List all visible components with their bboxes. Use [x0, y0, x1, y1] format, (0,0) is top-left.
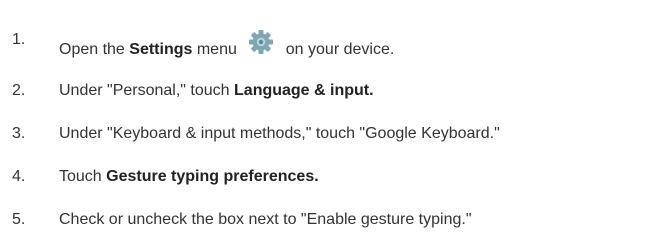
- settings-label: Settings: [129, 41, 193, 58]
- step-number: 5.: [12, 211, 26, 228]
- step-text: Check or uncheck the box next to "Enable…: [59, 208, 472, 232]
- step-text-part: Under "Personal," touch: [59, 82, 235, 99]
- instruction-list: 1. Open the Settings menu on your device…: [0, 0, 645, 248]
- step-text: Touch Gesture typing preferences.: [59, 165, 319, 189]
- settings-gear-icon: [247, 28, 275, 56]
- step-text-part: on your device.: [281, 41, 395, 58]
- step-text-part: Check or uncheck the box next to "Enable…: [59, 211, 472, 228]
- step-text-part: Touch: [59, 168, 107, 185]
- step-text-part: Under "Keyboard & input methods," touch …: [59, 125, 500, 142]
- step-text-part: Open the: [59, 41, 130, 58]
- step-number: 3.: [12, 125, 26, 142]
- step-text: Under "Personal," touch Language & input…: [59, 79, 374, 103]
- step-number: 1.: [12, 31, 26, 48]
- language-input-label: Language & input.: [234, 82, 374, 99]
- step-text: Open the Settings menu on your device.: [59, 28, 394, 62]
- gesture-typing-label: Gesture typing preferences.: [106, 168, 319, 185]
- step-text: Under "Keyboard & input methods," touch …: [59, 122, 500, 146]
- step-number: 2.: [12, 82, 26, 99]
- step-text-part: menu: [192, 41, 242, 58]
- step-number: 4.: [12, 168, 26, 185]
